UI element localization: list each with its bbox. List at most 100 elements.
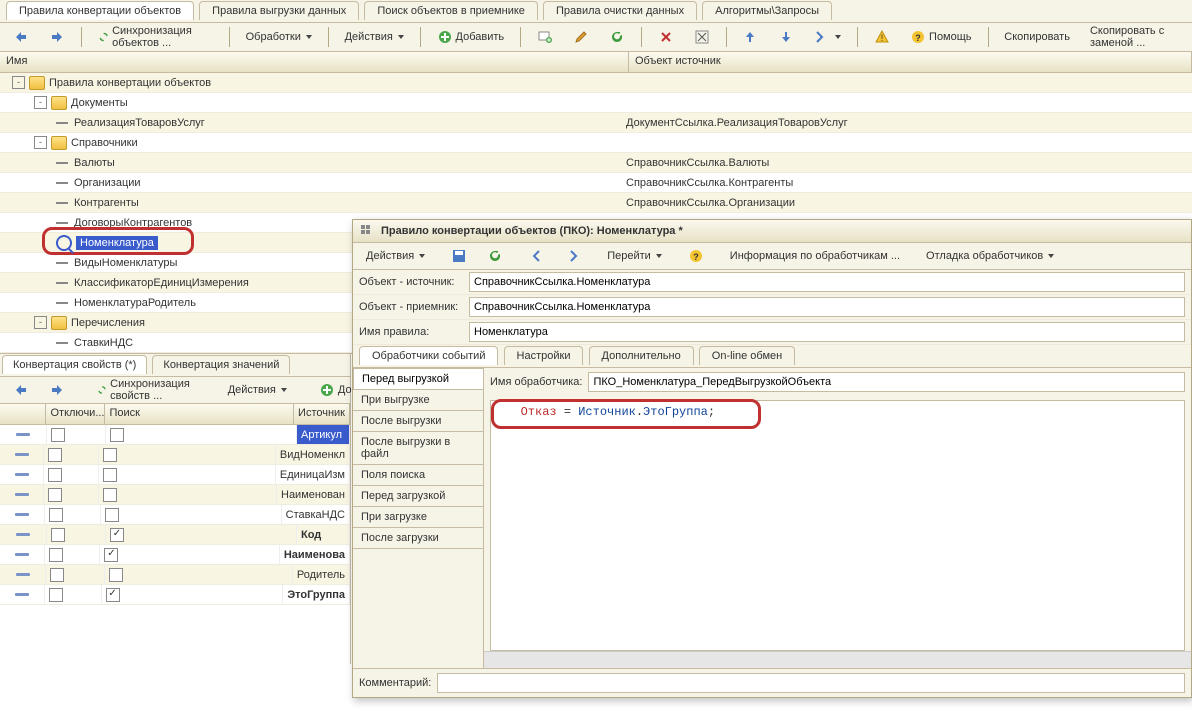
handler-item[interactable]: При загрузке: [353, 507, 483, 528]
handler-name-input[interactable]: [588, 372, 1185, 392]
handler-item[interactable]: После загрузки: [353, 528, 483, 549]
search-checkbox[interactable]: [104, 548, 118, 562]
tree-expander[interactable]: -: [34, 96, 47, 109]
tree-row[interactable]: -Документы: [0, 93, 1192, 113]
tree-expander[interactable]: -: [34, 136, 47, 149]
delete-button[interactable]: [651, 25, 681, 49]
handler-info-button[interactable]: Информация по обработчикам ...: [723, 244, 907, 268]
search-checkbox[interactable]: [109, 568, 123, 582]
prop-table-body[interactable]: АртикулВидНоменклЕдиницаИзмНаименованСта…: [0, 425, 350, 605]
prop-row[interactable]: Код: [0, 525, 350, 545]
prop-source-cell[interactable]: Родитель: [293, 565, 350, 584]
nav-back-button[interactable]: [6, 25, 36, 49]
prop-source-cell[interactable]: ЕдиницаИзм: [276, 465, 350, 484]
help-button[interactable]: ?Помощь: [903, 25, 979, 49]
move-up-button[interactable]: [735, 25, 765, 49]
prop-row[interactable]: ЕдиницаИзм: [0, 465, 350, 485]
search-checkbox[interactable]: [103, 448, 117, 462]
popup-titlebar[interactable]: Правило конвертации объектов (ПКО): Номе…: [353, 220, 1191, 243]
disable-checkbox[interactable]: [49, 548, 63, 562]
prop-source-cell[interactable]: Наименова: [280, 545, 350, 564]
col-find[interactable]: Поиск: [105, 404, 294, 424]
sync-objects-button[interactable]: Синхронизация объектов ...: [91, 25, 220, 49]
search-checkbox[interactable]: [110, 428, 124, 442]
tree-row[interactable]: РеализацияТоваровУслугДокументСсылка.Реа…: [0, 113, 1192, 133]
actions-button[interactable]: Действия: [338, 25, 411, 49]
search-checkbox[interactable]: [103, 468, 117, 482]
tree-row[interactable]: ВалютыСправочникСсылка.Валюты: [0, 153, 1192, 173]
tab-online[interactable]: On-line обмен: [699, 346, 795, 365]
disable-checkbox[interactable]: [49, 508, 63, 522]
scrollbar-area[interactable]: [484, 651, 1191, 668]
search-checkbox[interactable]: [106, 588, 120, 602]
handler-item[interactable]: При выгрузке: [353, 390, 483, 411]
disable-checkbox[interactable]: [49, 588, 63, 602]
save-button[interactable]: [444, 244, 474, 268]
handler-item[interactable]: Перед загрузкой: [353, 486, 483, 507]
prop-row[interactable]: Наименова: [0, 545, 350, 565]
tree-row[interactable]: ОрганизацииСправочникСсылка.Контрагенты: [0, 173, 1192, 193]
new-row-button[interactable]: [530, 25, 560, 49]
prev-button[interactable]: [522, 244, 552, 268]
move-button[interactable]: [807, 25, 848, 49]
tab-search[interactable]: Поиск объектов в приемнике: [364, 1, 538, 20]
tab-export-rules[interactable]: Правила выгрузки данных: [199, 1, 359, 20]
copy-button[interactable]: Скопировать: [997, 25, 1077, 49]
code-editor[interactable]: Отказ = Источник.ЭтоГруппа;: [490, 400, 1185, 651]
handler-item[interactable]: После выгрузки: [353, 411, 483, 432]
src-object-input[interactable]: [469, 272, 1185, 292]
next-button[interactable]: [558, 244, 588, 268]
tab-settings[interactable]: Настройки: [504, 346, 584, 365]
prop-source-cell[interactable]: Наименован: [277, 485, 350, 504]
prop-source-cell[interactable]: ВидНоменкл: [276, 445, 350, 464]
col-off[interactable]: Отключи...: [46, 404, 105, 424]
comment-input[interactable]: [437, 673, 1185, 693]
nav-back-button[interactable]: [6, 378, 36, 402]
prop-source-cell[interactable]: Артикул: [297, 425, 350, 444]
col-source[interactable]: Объект источник: [629, 52, 1192, 72]
sync-props-button[interactable]: Синхронизация свойств ...: [90, 378, 203, 402]
prop-row[interactable]: ЭтоГруппа: [0, 585, 350, 605]
handler-item[interactable]: После выгрузки в файл: [353, 432, 483, 465]
tree-row[interactable]: -Правила конвертации объектов: [0, 73, 1192, 93]
col-name[interactable]: Имя: [0, 52, 629, 72]
tab-extra[interactable]: Дополнительно: [589, 346, 694, 365]
nav-fwd-button[interactable]: [42, 25, 72, 49]
search-checkbox[interactable]: [103, 488, 117, 502]
add-button[interactable]: Добавить: [430, 25, 512, 49]
tab-convert-rules[interactable]: Правила конвертации объектов: [6, 1, 194, 20]
prop-row[interactable]: ВидНоменкл: [0, 445, 350, 465]
tab-convert-props[interactable]: Конвертация свойств (*): [2, 355, 147, 374]
handler-item[interactable]: Поля поиска: [353, 465, 483, 486]
copy-replace-button[interactable]: Скопировать с заменой ...: [1083, 25, 1192, 49]
search-checkbox[interactable]: [110, 528, 124, 542]
warn-button[interactable]: !: [867, 25, 897, 49]
goto-button[interactable]: Перейти: [600, 244, 669, 268]
prop-source-cell[interactable]: СтавкаНДС: [282, 505, 350, 524]
prop-source-cell[interactable]: ЭтоГруппа: [283, 585, 350, 604]
col-src[interactable]: Источник: [294, 404, 350, 424]
tab-cleanup[interactable]: Правила очистки данных: [543, 1, 697, 20]
prop-row[interactable]: Родитель: [0, 565, 350, 585]
edit-button[interactable]: [566, 25, 596, 49]
tree-expander[interactable]: -: [12, 76, 25, 89]
search-checkbox[interactable]: [105, 508, 119, 522]
prop-row[interactable]: Наименован: [0, 485, 350, 505]
move-down-button[interactable]: [771, 25, 801, 49]
tree-row[interactable]: -Справочники: [0, 133, 1192, 153]
handler-debug-button[interactable]: Отладка обработчиков: [919, 244, 1061, 268]
refresh2-button[interactable]: [480, 244, 510, 268]
cross-button[interactable]: [687, 25, 717, 49]
popup-help-button[interactable]: ?: [681, 244, 711, 268]
col-mark[interactable]: [0, 404, 46, 424]
tree-row[interactable]: КонтрагентыСправочникСсылка.Организации: [0, 193, 1192, 213]
tab-handlers[interactable]: Обработчики событий: [359, 346, 498, 365]
disable-checkbox[interactable]: [50, 568, 64, 582]
tree-expander[interactable]: -: [34, 316, 47, 329]
prop-source-cell[interactable]: Код: [297, 525, 350, 544]
disable-checkbox[interactable]: [48, 448, 62, 462]
prop-row[interactable]: Артикул: [0, 425, 350, 445]
tab-algos[interactable]: Алгоритмы\Запросы: [702, 1, 832, 20]
nav-fwd-button[interactable]: [42, 378, 72, 402]
disable-checkbox[interactable]: [51, 428, 65, 442]
